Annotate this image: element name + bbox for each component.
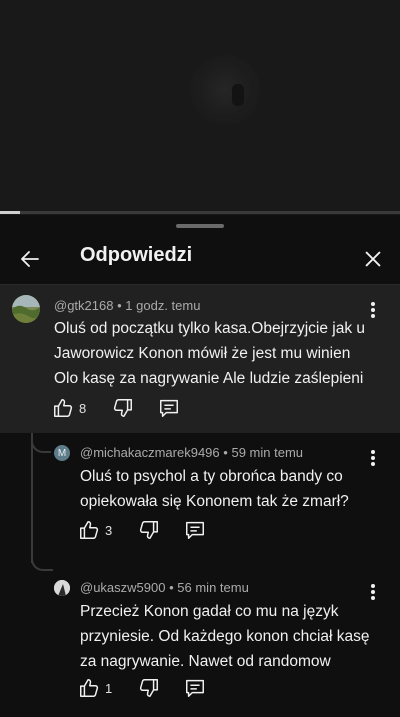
comment-time: 1 godz. temu [125,298,201,313]
sheet-drag-handle[interactable] [176,224,224,228]
dislike-button[interactable] [138,519,160,541]
like-count: 3 [105,522,113,538]
thumb-up-icon [80,679,99,697]
reply-button[interactable] [184,519,206,541]
comment-author[interactable]: @gtk2168 [54,298,113,313]
thumb-down-icon [140,679,159,697]
avatar[interactable] [54,580,70,596]
thumb-down-icon [114,399,133,417]
reply-icon [186,679,205,697]
video-progress-fill [0,211,20,214]
comment-actions: 1 [78,676,206,700]
dislike-button[interactable] [112,397,134,419]
meta-separator: • [117,298,122,313]
back-button[interactable] [12,241,48,277]
avatar[interactable] [12,295,40,323]
thread-connector [31,551,53,571]
avatar[interactable]: M [54,445,70,461]
back-arrow-icon [21,251,39,267]
comment-meta: @gtk2168 • 1 godz. temu [54,298,200,313]
comment-line: Oluś od początku tylko kasa.Obejrzyjcie … [54,320,365,337]
thumb-up-icon [80,521,99,539]
comment-line: Oluś to psychol a ty obrońca bandy co [80,468,343,485]
comment-line: przyniesie. Od każdego konon chciał kasę [80,628,370,645]
comment-meta: @michakaczmarek9496 • 59 min temu [80,445,303,460]
thumb-down-icon [140,521,159,539]
comment-line: opiekowała się Kononem tak że zmarł? [80,493,349,510]
replies-sheet: Odpowiedzi @gtk2168 • 1 godz. temu Oluś … [0,215,400,717]
replies-list: M @michakaczmarek9496 • 59 min temu Oluś… [0,433,400,717]
comment-actions: 8 [52,396,180,420]
comment-line: Przecież Konon gadał co mu na język [80,603,339,620]
close-icon [365,251,381,267]
reply-icon [160,399,179,417]
comment-author[interactable]: @michakaczmarek9496 [80,445,220,460]
comment-text: Przecież Konon gadał co mu na język przy… [80,599,380,674]
parent-comment: @gtk2168 • 1 godz. temu Oluś od początku… [0,285,400,433]
reply-button[interactable] [158,397,180,419]
video-frame-subject [190,55,260,125]
comment-line: Jaworowicz Konon mówił że jest mu winien [54,345,351,362]
comment-line: Olo kasę za nagrywanie Ale ludzie zaślep… [54,370,364,387]
like-count: 8 [79,400,87,416]
comment-time: 59 min temu [231,445,304,460]
reply-icon [186,521,205,539]
like-button[interactable]: 3 [78,519,112,541]
close-button[interactable] [355,241,391,277]
like-count: 1 [105,680,113,696]
dislike-button[interactable] [138,677,160,699]
comment-text: Oluś to psychol a ty obrońca bandy co op… [80,464,380,514]
page-title: Odpowiedzi [80,244,193,266]
comment-meta: @ukaszw5900 • 56 min temu [80,580,249,595]
portrait-avatar-icon [54,580,70,596]
comment-text: Oluś od początku tylko kasa.Obejrzyjcie … [54,316,384,391]
video-player[interactable] [0,0,400,215]
avatar-letter: M [57,447,67,459]
reply-button[interactable] [184,677,206,699]
comment-actions: 3 [78,518,206,542]
landscape-avatar-icon [12,295,40,323]
video-progress-bar[interactable] [0,211,400,214]
like-button[interactable]: 8 [52,397,86,419]
like-button[interactable]: 1 [78,677,112,699]
thumb-up-icon [54,399,73,417]
video-frame-detail [232,84,244,106]
thread-connector [31,433,51,453]
meta-separator: • [169,580,174,595]
thread-line [31,433,33,563]
comment-author[interactable]: @ukaszw5900 [80,580,165,595]
replies-header: Odpowiedzi [0,237,400,285]
meta-separator: • [223,445,228,460]
comment-time: 56 min temu [177,580,249,595]
comment-line: za nagrywanie. Nawet od randomow [80,653,331,670]
